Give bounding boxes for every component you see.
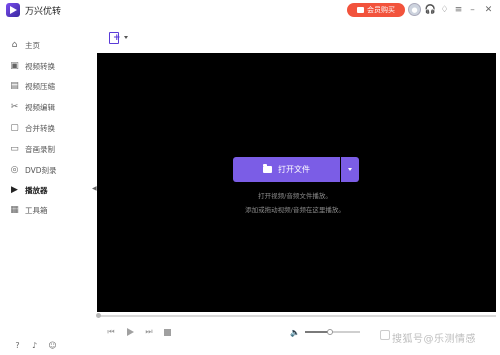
vip-purchase-button[interactable]: 会员购买	[347, 3, 405, 17]
record-icon: ▭	[10, 144, 19, 154]
sidebar-item-home[interactable]: ⌂ 主页	[0, 35, 90, 55]
sidebar-collapse-icon[interactable]: ◀	[92, 185, 97, 192]
video-player-area[interactable]	[97, 53, 496, 312]
sidebar-item-player[interactable]: ▶ 播放器	[0, 180, 90, 200]
open-file-dropdown-button[interactable]	[341, 157, 359, 182]
player-icon: ▶	[11, 185, 18, 195]
open-file-label: 打开文件	[278, 165, 310, 174]
watermark-text: 搜狐号@乐测情感	[392, 334, 476, 345]
sidebar-item-record[interactable]: ▭ 音画录制	[0, 139, 90, 159]
progress-knob[interactable]	[96, 313, 101, 318]
open-file-button[interactable]: 打开文件	[233, 157, 340, 182]
sidebar-item-label: 主页	[25, 40, 40, 50]
add-file-button[interactable]: +	[109, 31, 123, 45]
stop-button[interactable]	[162, 327, 172, 337]
watermark-logo-icon	[380, 330, 390, 340]
sidebar-item-label: DVD刻录	[25, 165, 57, 175]
headset-icon[interactable]: 🎧	[424, 3, 437, 16]
notification-icon[interactable]: ♪	[29, 340, 40, 351]
minimize-icon[interactable]: –	[466, 3, 479, 16]
volume-slider[interactable]	[305, 329, 360, 335]
settings-icon[interactable]: ☺	[47, 340, 58, 351]
sidebar-item-dvd[interactable]: ◎ DVD刻录	[0, 160, 90, 180]
sidebar-item-video-edit[interactable]: ✂ 视频编辑	[0, 97, 90, 117]
player-hint-drag: 添加或拖动视频/音频在这里播放。	[245, 206, 345, 214]
add-file-dropdown-icon[interactable]	[124, 36, 128, 39]
merge-icon: ▢	[10, 123, 19, 133]
convert-icon: ▣	[10, 61, 19, 71]
sidebar-item-label: 工具箱	[25, 205, 48, 215]
previous-icon[interactable]: ⏮	[106, 327, 116, 337]
app-logo-icon	[6, 3, 20, 17]
help-icon[interactable]: ?	[12, 340, 23, 351]
sidebar-item-toolbox[interactable]: ▦ 工具箱	[0, 200, 90, 220]
sidebar-item-label: 视频压缩	[25, 81, 55, 91]
volume-icon[interactable]: 🔈	[290, 327, 300, 337]
plus-icon: +	[113, 33, 121, 43]
volume-knob[interactable]	[326, 329, 333, 335]
toolbox-icon: ▦	[10, 205, 19, 215]
sidebar: ⌂ 主页 ▣ 视频转换 ▤ 视频压缩 ✂ 视频编辑 ▢ 合并转换 ▭ 音画录制 …	[0, 26, 90, 355]
menu-icon[interactable]: ≡	[452, 3, 465, 16]
compress-icon: ▤	[10, 81, 19, 91]
sidebar-item-label: 视频编辑	[25, 102, 55, 112]
sidebar-item-label: 合并转换	[25, 123, 55, 133]
title-bar: 万兴优转 会员购买 ● 🎧 ♢ ≡ – ✕	[0, 0, 500, 22]
app-title: 万兴优转	[25, 7, 62, 17]
next-icon[interactable]: ⏭	[144, 327, 154, 337]
close-icon[interactable]: ✕	[482, 3, 495, 16]
player-hint-open: 打开视频/音频文件播放。	[258, 192, 332, 200]
folder-icon	[263, 164, 272, 173]
stop-icon	[163, 328, 171, 336]
disc-icon: ◎	[10, 165, 19, 175]
sidebar-item-merge[interactable]: ▢ 合并转换	[0, 118, 90, 138]
vip-purchase-label: 会员购买	[367, 6, 395, 14]
bell-icon[interactable]: ♢	[438, 3, 451, 16]
play-button[interactable]	[125, 327, 135, 337]
scissors-icon: ✂	[10, 102, 19, 112]
sidebar-item-label: 视频转换	[25, 61, 55, 71]
user-avatar[interactable]: ●	[408, 3, 421, 16]
play-icon	[126, 328, 134, 336]
sidebar-item-video-compress[interactable]: ▤ 视频压缩	[0, 76, 90, 96]
sidebar-item-label: 播放器	[25, 185, 48, 195]
sidebar-item-video-convert[interactable]: ▣ 视频转换	[0, 56, 90, 76]
progress-bar[interactable]	[96, 313, 496, 318]
sidebar-item-label: 音画录制	[25, 144, 55, 154]
home-icon: ⌂	[11, 40, 18, 50]
gift-icon	[357, 7, 364, 13]
